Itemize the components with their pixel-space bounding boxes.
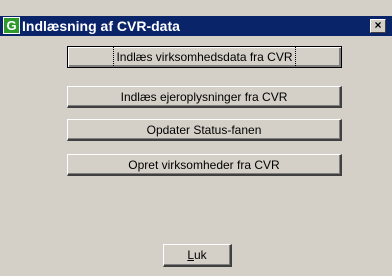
close-button[interactable]: Luk (163, 244, 232, 267)
close-window-button[interactable]: × (370, 19, 386, 33)
window-title: Indlæsning af CVR-data (22, 18, 180, 34)
create-companies-button[interactable]: Opret virksomheder fra CVR (67, 154, 342, 176)
app-icon: G (3, 17, 20, 34)
load-owner-info-label: Indlæs ejeroplysninger fra CVR (120, 90, 288, 104)
load-company-data-label: Indlæs virksomhedsdata fra CVR (113, 46, 296, 68)
load-owner-info-button[interactable]: Indlæs ejeroplysninger fra CVR (67, 86, 342, 108)
dialog-window: G Indlæsning af CVR-data × Indlæs virkso… (0, 0, 392, 276)
load-company-data-button[interactable]: Indlæs virksomhedsdata fra CVR (67, 46, 342, 68)
close-icon: × (374, 18, 382, 32)
close-mnemonic: L (187, 248, 194, 262)
title-bar[interactable]: G Indlæsning af CVR-data × (0, 16, 392, 36)
close-label-rest: uk (194, 248, 207, 262)
update-status-tab-label: Opdater Status-fanen (146, 123, 262, 137)
create-companies-label: Opret virksomheder fra CVR (128, 158, 280, 172)
close-button-label: Luk (185, 245, 208, 266)
update-status-tab-button[interactable]: Opdater Status-fanen (67, 119, 342, 141)
